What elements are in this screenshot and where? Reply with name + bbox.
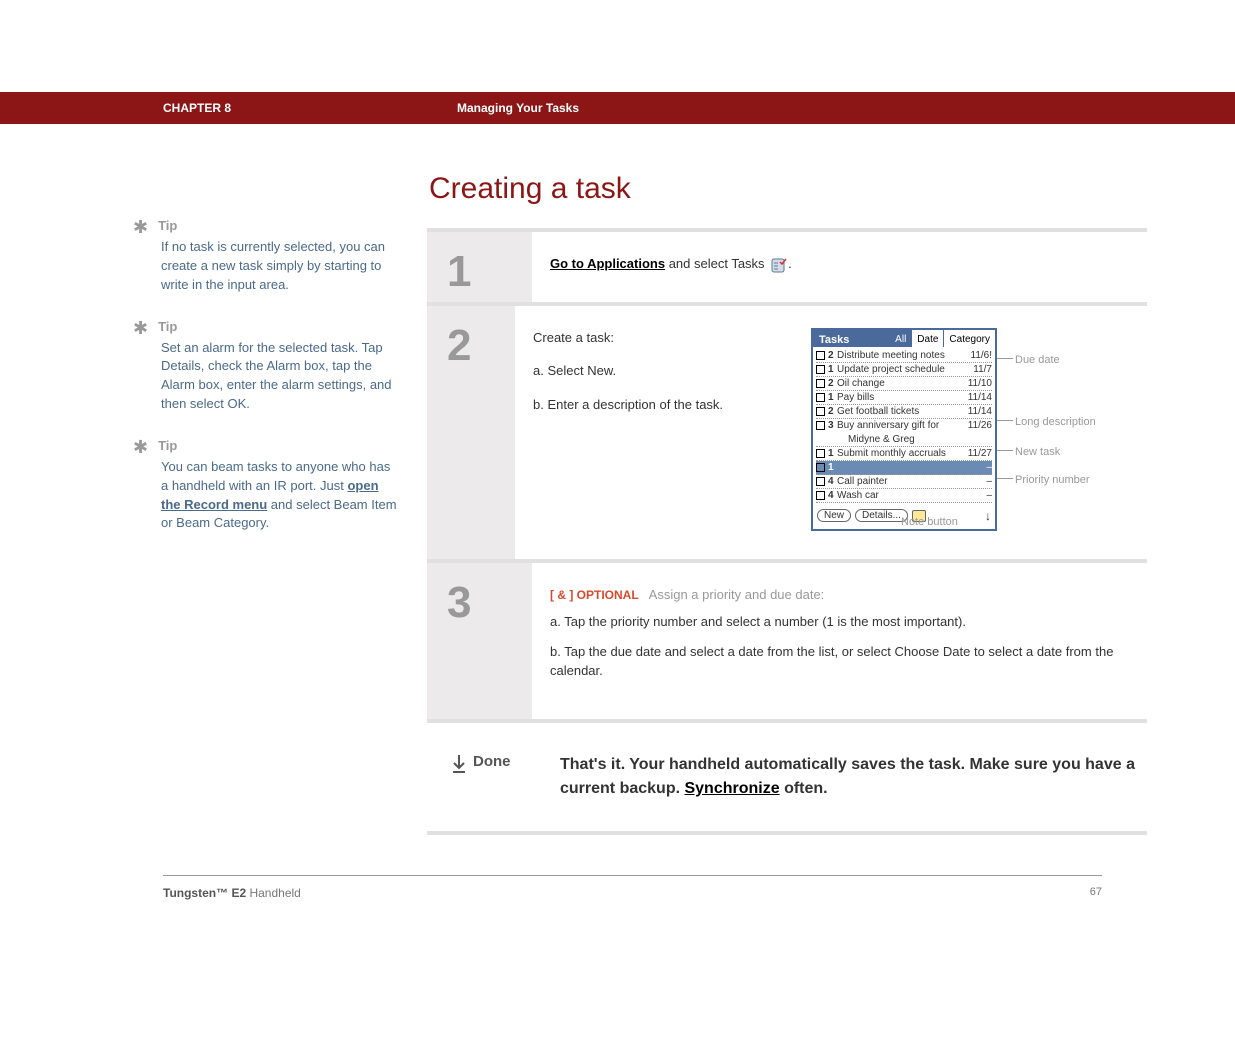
step3-a: a. Tap the priority number and select a … bbox=[550, 612, 1141, 632]
task-row[interactable]: 3Buy anniversary gift for11/26 bbox=[816, 419, 992, 433]
chapter-header: CHAPTER 8 Managing Your Tasks bbox=[0, 92, 1235, 124]
callout-new-task: New task bbox=[1015, 444, 1060, 461]
step2-title: Create a task: bbox=[533, 328, 803, 348]
palm-tab-category[interactable]: Category bbox=[943, 330, 995, 347]
palm-tab-date[interactable]: Date bbox=[911, 330, 943, 347]
palm-tab-all[interactable]: All bbox=[889, 330, 911, 347]
done-text-after: often. bbox=[780, 780, 828, 797]
palm-new-button[interactable]: New bbox=[817, 509, 851, 522]
task-row[interactable]: 4Call painter– bbox=[816, 475, 992, 489]
tasks-app-icon bbox=[768, 256, 788, 274]
task-row[interactable]: 2Get football tickets11/14 bbox=[816, 405, 992, 419]
step-number: 2 bbox=[447, 324, 471, 368]
tip-label: Tip bbox=[158, 438, 177, 453]
tip-body: If no task is currently selected, you ca… bbox=[161, 238, 397, 295]
task-row[interactable]: 1Update project schedule11/7 bbox=[816, 363, 992, 377]
step2-a: a. Select New. bbox=[533, 361, 803, 381]
task-row[interactable]: 2Oil change11/10 bbox=[816, 377, 992, 391]
tip-1: ✱ Tip If no task is currently selected, y… bbox=[133, 218, 397, 295]
task-row[interactable]: 4Wash car– bbox=[816, 489, 992, 503]
chapter-label: CHAPTER 8 bbox=[163, 101, 457, 115]
task-row[interactable]: 1– bbox=[816, 461, 992, 475]
done-text-before: That's it. Your handheld automatically s… bbox=[560, 756, 1135, 797]
task-row-cont: Midyne & Greg bbox=[816, 433, 992, 447]
done-arrow-icon bbox=[451, 753, 467, 775]
go-to-applications-link[interactable]: Go to Applications bbox=[550, 256, 665, 271]
task-row[interactable]: 2Distribute meeting notes11/6! bbox=[816, 349, 992, 363]
page-footer: Tungsten™ E2 Handheld 67 bbox=[163, 875, 1102, 900]
product-name: Tungsten™ E2 Handheld bbox=[163, 886, 301, 900]
tip-label: Tip bbox=[158, 218, 177, 233]
tip-3: ✱ Tip You can beam tasks to anyone who ha… bbox=[133, 438, 397, 533]
task-row[interactable]: 1Pay bills11/14 bbox=[816, 391, 992, 405]
task-row[interactable]: 1Submit monthly accruals11/27 bbox=[816, 447, 992, 461]
asterisk-icon: ✱ bbox=[133, 218, 148, 236]
step-1: 1 Go to Applications and select Tasks . bbox=[427, 228, 1147, 302]
step-number: 3 bbox=[447, 581, 471, 625]
optional-tag: [ & ] OPTIONAL bbox=[550, 588, 639, 602]
tip-body: You can beam tasks to anyone who has a h… bbox=[161, 458, 397, 533]
chapter-title: Managing Your Tasks bbox=[457, 101, 579, 115]
tasks-screenshot: Tasks All Date Category 2Distribute meet… bbox=[811, 328, 1141, 531]
page-number: 67 bbox=[1090, 886, 1102, 900]
palm-title: Tasks bbox=[813, 330, 855, 347]
asterisk-icon: ✱ bbox=[133, 319, 148, 337]
tip-2: ✱ Tip Set an alarm for the selected task.… bbox=[133, 319, 397, 414]
step-number: 1 bbox=[447, 250, 471, 294]
optional-text: Assign a priority and due date: bbox=[649, 587, 825, 602]
synchronize-link[interactable]: Synchronize bbox=[684, 780, 779, 797]
step3-b: b. Tap the due date and select a date fr… bbox=[550, 642, 1141, 681]
callout-note-button: Note button bbox=[901, 514, 958, 531]
done-label: Done bbox=[473, 753, 511, 770]
tips-sidebar: ✱ Tip If no task is currently selected, y… bbox=[133, 172, 427, 835]
tip-body: Set an alarm for the selected task. Tap … bbox=[161, 339, 397, 414]
done-row: Done That's it. Your handheld automatica… bbox=[427, 719, 1147, 831]
palm-scroll-arrow-icon[interactable]: ↓ bbox=[985, 507, 991, 525]
callout-priority: Priority number bbox=[1015, 472, 1090, 489]
step2-b: b. Enter a description of the task. bbox=[533, 395, 803, 415]
asterisk-icon: ✱ bbox=[133, 438, 148, 456]
callout-long-desc: Long description bbox=[1015, 414, 1096, 431]
step1-text: and select Tasks bbox=[665, 256, 768, 271]
callout-due-date: Due date bbox=[1015, 352, 1060, 369]
palm-details-button[interactable]: Details... bbox=[855, 509, 908, 522]
tip-label: Tip bbox=[158, 319, 177, 334]
step-2: 2 Create a task: a. Select New. b. Enter… bbox=[427, 302, 1147, 559]
section-title: Creating a task bbox=[429, 172, 1147, 206]
step-3: 3 [ & ] OPTIONAL Assign a priority and du… bbox=[427, 559, 1147, 719]
